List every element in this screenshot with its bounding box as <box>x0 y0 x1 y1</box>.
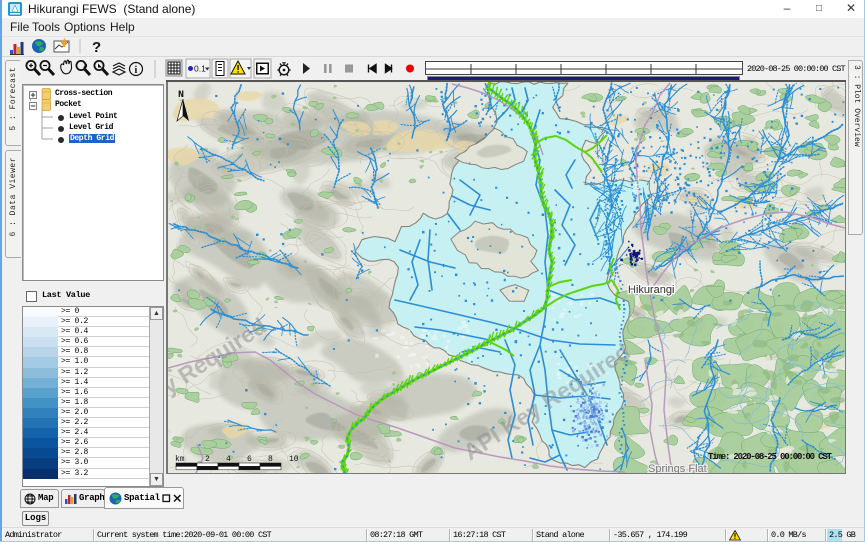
svg-text:2: 2 <box>205 455 210 464</box>
svg-text:Time: 2020-08-25 00:00:00 CST: Time: 2020-08-25 00:00:00 CST <box>708 452 833 462</box>
svg-text:Springs Flat: Springs Flat <box>648 463 707 473</box>
svg-text:Hikurangi: Hikurangi <box>628 284 674 296</box>
svg-text:10: 10 <box>289 455 299 464</box>
svg-text:?: ? <box>92 39 101 56</box>
svg-text:6: 6 <box>247 455 252 464</box>
svg-text:km: km <box>175 455 185 464</box>
svg-text:SH 1: SH 1 <box>632 177 641 195</box>
svg-text:0.1: 0.1 <box>194 64 206 74</box>
svg-text:8: 8 <box>268 455 273 464</box>
svg-text:i: i <box>135 65 138 76</box>
svg-text:4: 4 <box>226 455 231 464</box>
